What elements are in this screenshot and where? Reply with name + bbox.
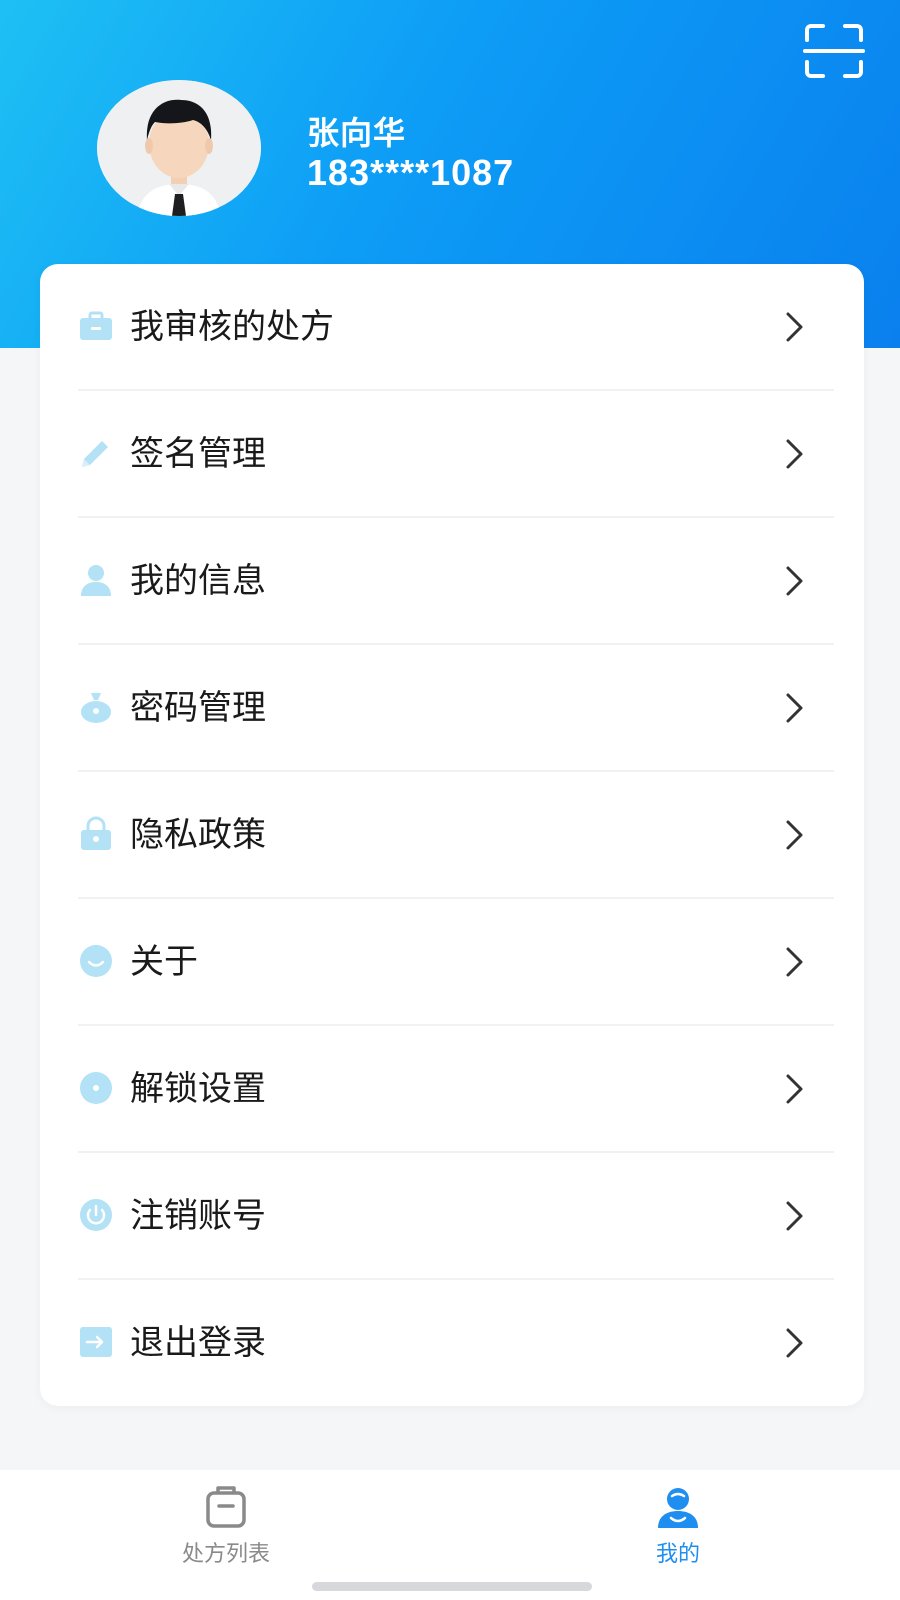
user-icon [81,565,111,596]
clipboard-icon [206,1486,246,1528]
home-indicator[interactable] [312,1582,592,1591]
user-phone: 183****1087 [307,152,515,193]
menu-item-label: 密码管理 [130,688,266,728]
lock-icon [81,816,111,850]
user-name: 张向华 [307,114,407,152]
menu-item-logout[interactable]: 退出登录 [40,1280,864,1407]
menu-item-deactivate-account[interactable]: 注销账号 [40,1153,864,1280]
power-icon [80,1199,112,1231]
menu-item-label: 隐私政策 [130,815,266,855]
scan-button[interactable] [803,22,865,80]
chevron-right-icon [786,947,803,977]
chevron-right-icon [786,1074,803,1104]
menu-item-label: 退出登录 [130,1323,266,1363]
bottom-tab-bar: 处方列表 我的 [0,1470,900,1600]
smile-icon [80,945,112,977]
unlock-icon [80,1072,112,1104]
menu-item-password[interactable]: 密码管理 [40,645,864,772]
tab-mine[interactable]: 我的 [578,1484,778,1584]
avatar-image [97,80,261,216]
chevron-right-icon [786,693,803,723]
briefcase-icon [80,311,112,340]
menu-item-signature[interactable]: 签名管理 [40,391,864,518]
menu-item-label: 我的信息 [130,561,266,601]
menu-item-label: 我审核的处方 [130,307,334,347]
menu-item-label: 签名管理 [130,434,266,474]
chevron-right-icon [786,439,803,469]
menu-card: 我审核的处方 签名管理 我的信息 密码管理 隐私政策 关于 解锁设置 注销账号 … [40,264,864,1406]
menu-item-my-info[interactable]: 我的信息 [40,518,864,645]
pencil-icon [82,441,108,467]
menu-item-unlock-settings[interactable]: 解锁设置 [40,1026,864,1153]
tab-label: 我的 [655,1542,700,1567]
chevron-right-icon [786,820,803,850]
menu-item-label: 关于 [130,942,198,982]
password-bag-icon [81,693,111,723]
menu-item-privacy-policy[interactable]: 隐私政策 [40,772,864,899]
avatar[interactable] [97,80,261,216]
menu-item-reviewed-prescriptions[interactable]: 我审核的处方 [40,264,864,391]
scan-icon [803,24,865,78]
tab-label: 处方列表 [181,1542,270,1567]
profile-icon [658,1488,698,1528]
menu-item-label: 注销账号 [130,1196,266,1236]
chevron-right-icon [786,566,803,596]
chevron-right-icon [786,1328,803,1358]
menu-item-about[interactable]: 关于 [40,899,864,1026]
menu-item-label: 解锁设置 [130,1069,266,1109]
tab-prescription-list[interactable]: 处方列表 [126,1484,326,1584]
chevron-right-icon [786,312,803,342]
chevron-right-icon [786,1201,803,1231]
logout-icon [80,1327,112,1357]
